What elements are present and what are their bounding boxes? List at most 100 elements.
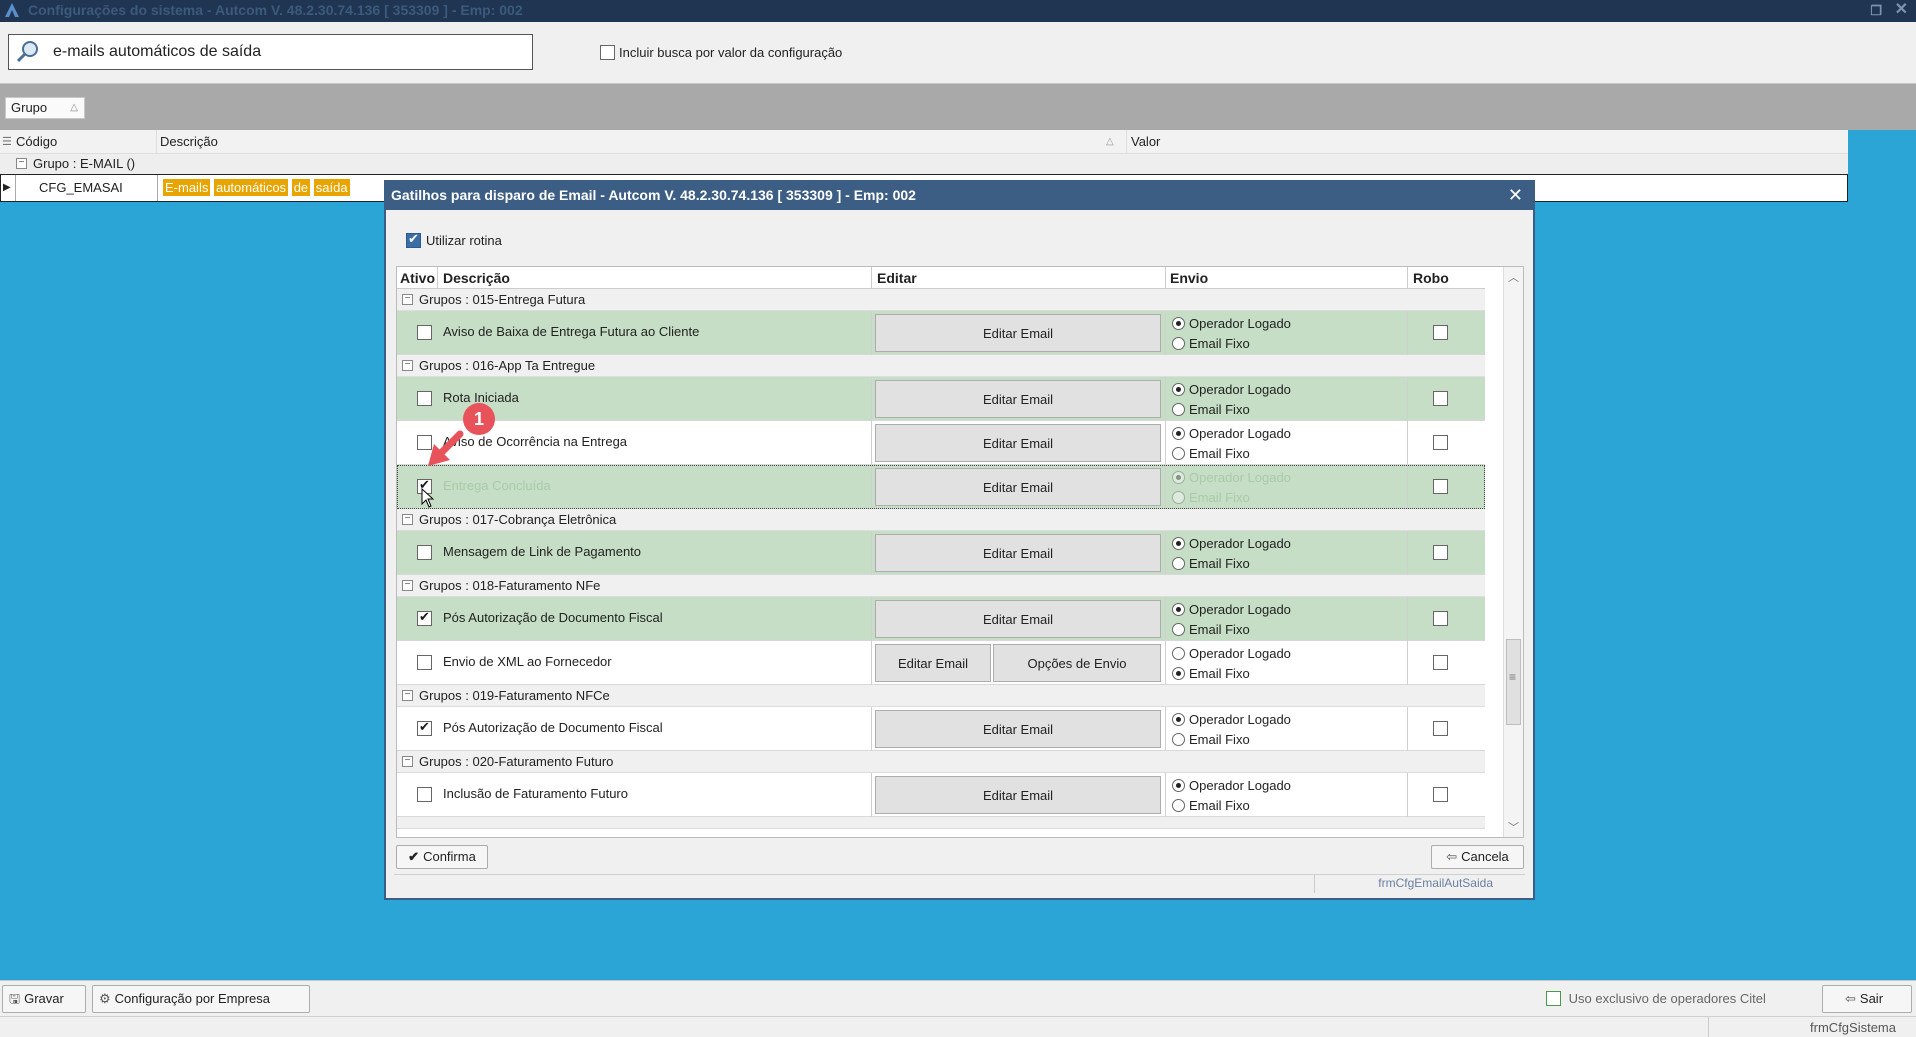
send-fixed-email-radio[interactable]: Email Fixo bbox=[1172, 401, 1250, 417]
cancel-button[interactable]: ⇦ Cancela bbox=[1431, 845, 1524, 869]
exclusive-operators-label: Uso exclusivo de operadores Citel bbox=[1568, 991, 1766, 1007]
robot-checkbox[interactable] bbox=[1433, 721, 1448, 736]
send-fixed-email-radio[interactable]: Email Fixo bbox=[1172, 555, 1250, 571]
scroll-thumb[interactable]: ≡ bbox=[1506, 639, 1521, 725]
robot-checkbox[interactable] bbox=[1433, 787, 1448, 802]
group-header-017[interactable]: − Grupos : 017-Cobrança Eletrônica bbox=[397, 509, 1485, 531]
scroll-down-icon[interactable]: ﹀ bbox=[1508, 819, 1519, 835]
robot-checkbox[interactable] bbox=[1433, 479, 1448, 494]
scroll-up-icon[interactable]: ︿ bbox=[1508, 269, 1519, 285]
exclusive-operators-checkbox[interactable] bbox=[1546, 991, 1561, 1007]
collapse-icon[interactable]: − bbox=[402, 360, 413, 371]
send-fixed-email-radio[interactable]: Email Fixo bbox=[1172, 335, 1250, 351]
active-checkbox[interactable] bbox=[417, 391, 432, 406]
group-header-018[interactable]: − Grupos : 018-Faturamento NFe bbox=[397, 575, 1485, 597]
send-operator-radio[interactable]: Operador Logado bbox=[1172, 315, 1291, 331]
collapse-icon[interactable]: − bbox=[402, 294, 413, 305]
send-fixed-email-radio[interactable]: Email Fixo bbox=[1172, 665, 1250, 681]
restore-window-icon[interactable]: ❐ bbox=[1870, 1, 1882, 21]
active-checkbox[interactable] bbox=[417, 719, 432, 736]
column-header-code[interactable]: Código bbox=[16, 130, 57, 154]
send-options-button[interactable]: Opções de Envio bbox=[993, 644, 1161, 682]
save-button[interactable]: 🖫 Gravar bbox=[2, 985, 86, 1013]
active-checkbox[interactable] bbox=[417, 655, 432, 670]
close-window-icon[interactable]: ✕ bbox=[1895, 0, 1908, 20]
trigger-row[interactable]: Pós Autorização de Documento Fiscal Edit… bbox=[397, 707, 1485, 751]
send-operator-radio[interactable]: Operador Logado bbox=[1172, 711, 1291, 727]
collapse-icon[interactable]: − bbox=[402, 514, 413, 525]
trigger-row[interactable]: Rota Iniciada Editar Email Operador Loga… bbox=[397, 377, 1485, 421]
collapse-icon[interactable]: − bbox=[402, 690, 413, 701]
robot-checkbox[interactable] bbox=[1433, 325, 1448, 340]
send-operator-radio[interactable]: Operador Logado bbox=[1172, 601, 1291, 617]
robot-checkbox[interactable] bbox=[1433, 545, 1448, 560]
send-fixed-email-radio[interactable]: Email Fixo bbox=[1172, 621, 1250, 637]
use-routine-checkbox[interactable] bbox=[406, 231, 421, 249]
column-header-value[interactable]: Valor bbox=[1126, 130, 1160, 154]
edit-email-button[interactable]: Editar Email bbox=[875, 644, 991, 682]
trigger-row[interactable]: Inclusão de Faturamento Futuro Editar Em… bbox=[397, 773, 1485, 817]
column-header-description[interactable]: Descrição bbox=[156, 130, 218, 154]
robot-checkbox[interactable] bbox=[1433, 655, 1448, 670]
edit-email-button[interactable]: Editar Email bbox=[875, 710, 1161, 748]
exit-button[interactable]: ⇦ Sair bbox=[1822, 985, 1912, 1013]
dialog-close-icon[interactable]: ✕ bbox=[1508, 182, 1523, 208]
vertical-scrollbar[interactable]: ︿ ≡ ﹀ bbox=[1503, 267, 1523, 837]
edit-email-button[interactable]: Editar Email bbox=[875, 600, 1161, 638]
edit-email-button[interactable]: Editar Email bbox=[875, 314, 1161, 352]
active-checkbox[interactable] bbox=[417, 787, 432, 802]
robot-checkbox[interactable] bbox=[1433, 611, 1448, 626]
bottom-toolbar: 🖫 Gravar ⚙ Configuração por Empresa Uso ex… bbox=[0, 980, 1916, 1016]
search-input[interactable] bbox=[53, 40, 523, 64]
robot-checkbox[interactable] bbox=[1433, 435, 1448, 450]
trigger-row-selected[interactable]: Entrega Concluída Editar Email Operador … bbox=[397, 465, 1485, 509]
collapse-icon[interactable]: − bbox=[402, 580, 413, 591]
active-checkbox[interactable] bbox=[417, 545, 432, 560]
collapse-icon[interactable]: − bbox=[402, 756, 413, 767]
trigger-row[interactable]: Envio de XML ao Fornecedor Editar Email … bbox=[397, 641, 1485, 685]
send-operator-radio[interactable]: Operador Logado bbox=[1172, 777, 1291, 793]
edit-email-button[interactable]: Editar Email bbox=[875, 468, 1161, 506]
exit-icon: ⇦ bbox=[1845, 991, 1856, 1006]
group-label: Grupos : 019-Faturamento NFCe bbox=[419, 688, 610, 703]
send-operator-radio[interactable]: Operador Logado bbox=[1172, 381, 1291, 397]
trigger-row[interactable]: Mensagem de Link de Pagamento Editar Ema… bbox=[397, 531, 1485, 575]
trigger-row[interactable]: Aviso de Baixa de Entrega Futura ao Clie… bbox=[397, 311, 1485, 355]
confirm-button[interactable]: ✔ Confirma bbox=[396, 845, 488, 869]
trigger-row[interactable]: Aviso de Ocorrência na Entrega Editar Em… bbox=[397, 421, 1485, 465]
triggers-rows: − Grupos : 015-Entrega Futura Aviso de B… bbox=[397, 289, 1485, 829]
group-header-019[interactable]: − Grupos : 019-Faturamento NFCe bbox=[397, 685, 1485, 707]
send-fixed-email-radio[interactable]: Email Fixo bbox=[1172, 489, 1250, 505]
send-operator-radio[interactable]: Operador Logado bbox=[1172, 469, 1291, 485]
send-operator-radio[interactable]: Operador Logado bbox=[1172, 425, 1291, 441]
send-operator-radio[interactable]: Operador Logado bbox=[1172, 535, 1291, 551]
trigger-row[interactable]: Pós Autorização de Documento Fiscal Edit… bbox=[397, 597, 1485, 641]
collapse-icon[interactable]: − bbox=[16, 158, 27, 169]
edit-email-button[interactable]: Editar Email bbox=[875, 534, 1161, 572]
settings-icon: ⚙ bbox=[99, 991, 111, 1006]
include-value-checkbox[interactable] bbox=[600, 45, 615, 61]
column-header-ativo: Ativo bbox=[400, 270, 435, 286]
active-checkbox[interactable] bbox=[417, 609, 432, 626]
edit-email-button[interactable]: Editar Email bbox=[875, 380, 1161, 418]
grid-group-row[interactable]: − Grupo : E-MAIL () bbox=[0, 154, 1848, 174]
company-config-button[interactable]: ⚙ Configuração por Empresa bbox=[92, 985, 310, 1013]
edit-email-button[interactable]: Editar Email bbox=[875, 776, 1161, 814]
include-value-search-option[interactable]: Incluir busca por valor da configuração bbox=[596, 44, 842, 61]
column-chooser-icon[interactable]: ☰ bbox=[2, 130, 12, 154]
group-header-015[interactable]: − Grupos : 015-Entrega Futura bbox=[397, 289, 1485, 311]
group-column-tag[interactable]: Grupo △ bbox=[5, 97, 85, 119]
send-fixed-email-radio[interactable]: Email Fixo bbox=[1172, 797, 1250, 813]
group-header-020[interactable]: − Grupos : 020-Faturamento Futuro bbox=[397, 751, 1485, 773]
robot-checkbox[interactable] bbox=[1433, 391, 1448, 406]
send-fixed-email-radio[interactable]: Email Fixo bbox=[1172, 445, 1250, 461]
edit-email-button[interactable]: Editar Email bbox=[875, 424, 1161, 462]
save-icon: 🖫 bbox=[9, 991, 21, 1006]
send-fixed-email-radio[interactable]: Email Fixo bbox=[1172, 731, 1250, 747]
active-checkbox[interactable] bbox=[417, 325, 432, 340]
search-box[interactable] bbox=[8, 34, 533, 70]
group-header-016[interactable]: − Grupos : 016-App Ta Entregue bbox=[397, 355, 1485, 377]
exclusive-operators-option[interactable]: Uso exclusivo de operadores Citel bbox=[1546, 990, 1766, 1007]
send-operator-radio[interactable]: Operador Logado bbox=[1172, 645, 1291, 661]
use-routine-option[interactable]: Utilizar rotina bbox=[406, 231, 502, 249]
